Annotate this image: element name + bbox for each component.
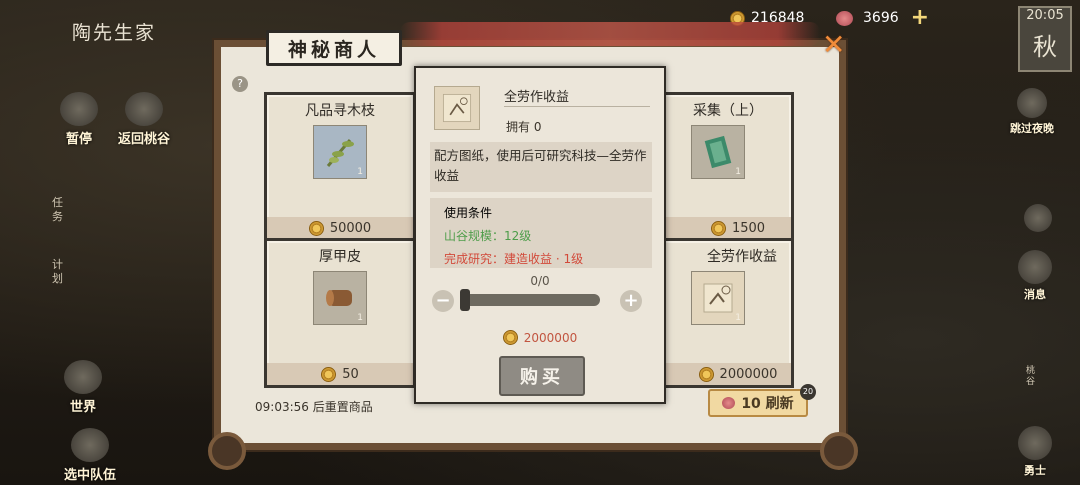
reset-timer: 09:03:56 后重置商品 <box>255 400 373 414</box>
help-icon[interactable]: ? <box>232 76 248 92</box>
refresh-count-badge: 20 <box>800 384 816 400</box>
cart-wheel-left-icon <box>208 432 246 470</box>
item-name: 采集（上） <box>693 103 763 119</box>
item-detail-popup: 全劳作收益 拥有 0 配方图纸，使用后可研究科技—全劳作收益 使用条件 山谷规模… <box>414 66 666 404</box>
world-map-icon <box>64 360 102 394</box>
message-label: 消息 <box>1024 288 1046 301</box>
divider <box>504 106 650 107</box>
team-label: 选中队伍 <box>64 468 117 483</box>
warrior-button[interactable]: 勇士 <box>1018 426 1052 478</box>
flower-menu-button[interactable] <box>1024 204 1052 234</box>
recipe-paper-icon: 1 <box>691 271 745 325</box>
item-description: 配方图纸，使用后可研究科技—全劳作收益 <box>430 142 652 192</box>
item-qty: 1 <box>357 167 363 177</box>
item-price-value: 50 <box>342 366 359 382</box>
condition-valley-size: 山谷规模：12级 <box>444 229 532 243</box>
item-price: 2000000 <box>645 363 791 385</box>
warrior-icon <box>1018 426 1052 460</box>
quantity-counter: 0/0 <box>530 274 550 288</box>
clock-time: 20:05 <box>1026 8 1064 23</box>
task-tab[interactable]: 任务 <box>52 196 66 224</box>
add-gems-button[interactable]: + <box>911 7 929 29</box>
item-price: 50 <box>267 363 413 385</box>
bell-icon <box>1018 250 1052 284</box>
gem-value: 3696 <box>863 10 899 26</box>
pause-button[interactable]: 暂停 <box>60 92 98 147</box>
owned-count: 拥有 0 <box>506 120 542 134</box>
item-name: 厚甲皮 <box>319 249 361 265</box>
detail-title: 全劳作收益 <box>504 90 570 105</box>
total-price: 2000000 <box>416 330 664 345</box>
skip-night-button[interactable]: 跳过夜晚 <box>1010 88 1054 136</box>
refresh-label: 10 刷新 <box>741 396 794 412</box>
plan-tab[interactable]: 计划 <box>52 258 66 286</box>
decrease-button[interactable]: − <box>432 290 454 312</box>
increase-button[interactable]: + <box>620 290 642 312</box>
decorative-ribbon <box>400 22 820 46</box>
item-qty: 1 <box>735 167 741 177</box>
item-price: 1500 <box>645 217 791 239</box>
slider-handle[interactable] <box>460 289 470 311</box>
team-button[interactable]: 选中队伍 <box>64 428 116 483</box>
item-price-value: 1500 <box>731 220 766 236</box>
item-price-value: 2000000 <box>719 366 778 382</box>
taogu-label: 桃谷 <box>1026 366 1036 387</box>
season-label: 秋 <box>1033 33 1057 61</box>
coin-icon <box>308 220 324 236</box>
gem-counter: 3696 + <box>836 7 929 29</box>
conditions-label: 使用条件 <box>444 206 493 220</box>
use-conditions: 使用条件 山谷规模：12级 完成研究：建造收益 · 1级 <box>430 198 652 268</box>
condition-research: 完成研究：建造收益 · 1级 <box>444 252 584 266</box>
right-nav: 跳过夜晚 消息 桃谷 勇士 <box>1000 80 1080 485</box>
coin-icon <box>321 366 337 382</box>
return-button[interactable]: 返回桃谷 <box>118 92 170 147</box>
mountain-icon <box>125 92 163 126</box>
item-price-value: 50000 <box>329 220 372 236</box>
message-button[interactable]: 消息 <box>1018 250 1052 302</box>
warrior-label: 勇士 <box>1024 464 1046 477</box>
peach-gem-icon <box>722 397 736 409</box>
shop-item-card[interactable]: 凡品寻木枝 1 50000 <box>264 92 416 242</box>
mushroom-pause-icon <box>60 92 98 126</box>
item-qty: 1 <box>357 313 363 323</box>
recipe-paper-icon <box>434 86 480 130</box>
left-nav: 暂停 返回桃谷 任务 计划 世界 选中队伍 <box>0 0 200 485</box>
shop-title: 神秘商人 <box>266 30 402 66</box>
quantity-slider[interactable] <box>464 294 600 306</box>
coin-icon <box>502 330 518 345</box>
shop-item-card[interactable]: 厚甲皮 1 50 <box>264 238 416 388</box>
world-button[interactable]: 世界 <box>64 360 102 415</box>
clock-season: 20:05 秋 <box>1018 6 1072 72</box>
branch-icon: 1 <box>313 125 367 179</box>
world-label: 世界 <box>69 400 96 415</box>
buy-button[interactable]: 购买 <box>499 356 585 396</box>
coin-icon <box>710 220 726 236</box>
close-button[interactable]: ✕ <box>822 28 845 61</box>
peach-gem-icon <box>836 10 853 26</box>
cart-wheel-right-icon <box>820 432 858 470</box>
pause-label: 暂停 <box>65 132 92 147</box>
total-price-value: 2000000 <box>523 330 578 345</box>
team-icon <box>71 428 109 462</box>
coin-icon <box>698 366 714 382</box>
item-qty: 1 <box>735 313 741 323</box>
skip-night-label: 跳过夜晚 <box>1010 122 1054 135</box>
flower-icon <box>1024 204 1052 232</box>
leather-roll-icon: 1 <box>313 271 367 325</box>
scroll-book-icon: 1 <box>691 125 745 179</box>
item-price: 50000 <box>267 217 413 239</box>
moon-icon <box>1017 88 1047 118</box>
return-label: 返回桃谷 <box>118 132 171 147</box>
item-name: 全劳作收益 <box>707 249 777 265</box>
item-name: 凡品寻木枝 <box>305 103 375 119</box>
refresh-button[interactable]: 10 刷新 <box>708 389 808 417</box>
